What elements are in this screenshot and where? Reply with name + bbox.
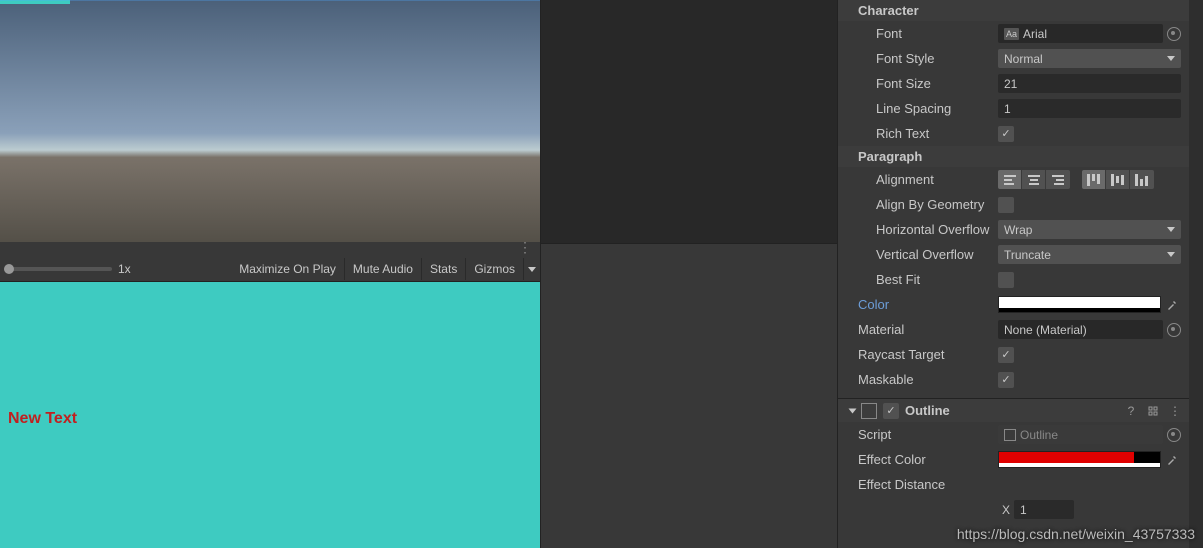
gizmos-button[interactable]: Gizmos [466, 258, 524, 280]
rich-text-label: Rich Text [858, 126, 998, 141]
v-overflow-dropdown[interactable]: Truncate [998, 245, 1181, 264]
effect-distance-label: Effect Distance [858, 477, 998, 492]
material-picker-icon[interactable] [1167, 323, 1181, 337]
script-picker-icon[interactable] [1167, 428, 1181, 442]
chevron-down-icon [1167, 252, 1175, 257]
h-overflow-dropdown[interactable]: Wrap [998, 220, 1181, 239]
help-icon[interactable]: ? [1123, 403, 1139, 419]
vertical-align-group [1082, 170, 1154, 189]
maximize-on-play-button[interactable]: Maximize On Play [231, 258, 345, 280]
chevron-down-icon [1167, 56, 1175, 61]
script-label: Script [858, 427, 998, 442]
eyedropper-icon[interactable] [1163, 296, 1181, 314]
scale-label: 1x [118, 262, 139, 276]
game-view[interactable]: New Text [0, 282, 540, 548]
menu-icon[interactable]: ⋮ [1167, 403, 1183, 419]
watermark: https://blog.csdn.net/weixin_43757333 [957, 526, 1195, 542]
best-fit-label: Best Fit [858, 272, 998, 287]
font-label: Font [858, 26, 998, 41]
chevron-down-icon [1167, 227, 1175, 232]
raycast-target-label: Raycast Target [858, 347, 998, 362]
foldout-icon[interactable] [849, 408, 857, 413]
horizontal-align-group [998, 170, 1070, 189]
font-style-label: Font Style [858, 51, 998, 66]
script-field: Outline [998, 425, 1163, 444]
x-axis-label: X [998, 503, 1014, 517]
font-style-dropdown[interactable]: Normal [998, 49, 1181, 68]
outline-title: Outline [905, 403, 1117, 418]
font-size-label: Font Size [858, 76, 998, 91]
canvas-text: New Text [8, 410, 77, 428]
mute-audio-button[interactable]: Mute Audio [345, 258, 422, 280]
h-overflow-label: Horizontal Overflow [858, 222, 998, 237]
align-left-button[interactable] [998, 170, 1022, 189]
line-spacing-input[interactable]: 1 [998, 99, 1181, 118]
line-spacing-label: Line Spacing [858, 101, 998, 116]
scene-view[interactable] [0, 0, 540, 242]
alignment-label: Alignment [858, 172, 998, 187]
maskable-label: Maskable [858, 372, 998, 387]
outline-component-header[interactable]: ✓ Outline ? ⋮ [838, 398, 1189, 422]
raycast-target-checkbox[interactable]: ✓ [998, 347, 1014, 363]
font-aa-icon: Aa [1004, 28, 1019, 40]
preset-icon[interactable] [1145, 403, 1161, 419]
effect-color-label: Effect Color [858, 452, 998, 467]
effect-color-field[interactable] [998, 451, 1161, 468]
panel-drag-handle[interactable]: ⋮ [0, 242, 540, 257]
align-bottom-button[interactable] [1130, 170, 1154, 189]
effect-distance-x-input[interactable]: 1 [1014, 500, 1074, 519]
best-fit-checkbox[interactable] [998, 272, 1014, 288]
stats-button[interactable]: Stats [422, 258, 466, 280]
game-toolbar: 1x Maximize On Play Mute Audio Stats Giz… [0, 257, 540, 282]
font-size-input[interactable]: 21 [998, 74, 1181, 93]
font-picker-icon[interactable] [1167, 27, 1181, 41]
color-field[interactable] [998, 296, 1161, 313]
component-icon [861, 403, 877, 419]
eyedropper-icon[interactable] [1163, 451, 1181, 469]
v-overflow-label: Vertical Overflow [858, 247, 998, 262]
maskable-checkbox[interactable]: ✓ [998, 372, 1014, 388]
align-right-button[interactable] [1046, 170, 1070, 189]
outline-enabled-checkbox[interactable]: ✓ [883, 403, 899, 419]
paragraph-section-header: Paragraph [838, 146, 1189, 167]
color-label[interactable]: Color [858, 297, 998, 312]
inspector-panel: Character Font Aa Arial Font Style Norma… [837, 0, 1189, 548]
material-field[interactable]: None (Material) [998, 320, 1163, 339]
align-center-button[interactable] [1022, 170, 1046, 189]
font-field[interactable]: Aa Arial [998, 24, 1163, 43]
align-by-geometry-checkbox[interactable] [998, 197, 1014, 213]
align-middle-button[interactable] [1106, 170, 1130, 189]
material-label: Material [858, 322, 998, 337]
scale-slider[interactable] [4, 267, 112, 271]
inspector-scrollbar[interactable] [1189, 0, 1203, 548]
character-section-header: Character [838, 0, 1189, 21]
align-by-geometry-label: Align By Geometry [858, 197, 998, 212]
align-top-button[interactable] [1082, 170, 1106, 189]
rich-text-checkbox[interactable]: ✓ [998, 126, 1014, 142]
gizmos-dropdown-icon[interactable] [528, 267, 536, 272]
script-icon [1004, 429, 1016, 441]
middle-panel [540, 0, 837, 548]
